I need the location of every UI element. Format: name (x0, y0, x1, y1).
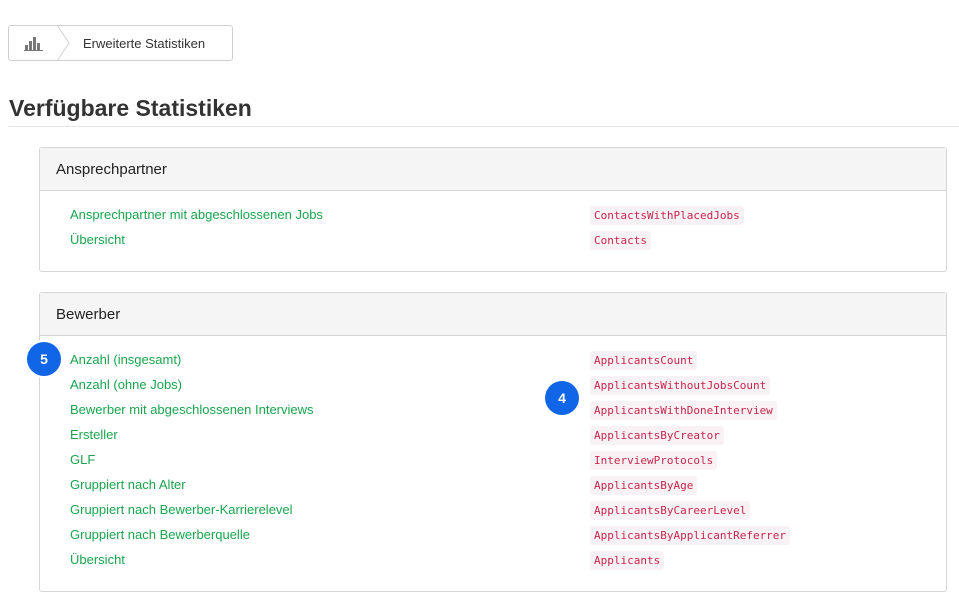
stat-code: ApplicantsByAge (590, 476, 698, 495)
page-title: Verfügbare Statistiken (9, 95, 252, 121)
breadcrumb: Erweiterte Statistiken (8, 25, 233, 61)
breadcrumb-current[interactable]: Erweiterte Statistiken (83, 36, 205, 51)
title-divider (9, 126, 959, 127)
list-item: Anzahl (insgesamt) ApplicantsCount (40, 349, 946, 374)
stat-code: ApplicantsWithDoneInterview (590, 401, 777, 420)
stat-code: ContactsWithPlacedJobs (590, 206, 744, 225)
panel-bewerber: Bewerber Anzahl (insgesamt) ApplicantsCo… (39, 292, 947, 592)
stat-link[interactable]: Übersicht (70, 552, 125, 567)
list-item: Gruppiert nach Bewerber-Karrierelevel Ap… (40, 499, 946, 524)
stat-link[interactable]: Gruppiert nach Alter (70, 477, 186, 492)
list-item: Übersicht Applicants (40, 549, 946, 574)
panel-header: Ansprechpartner (40, 148, 946, 191)
stat-code: ApplicantsByCreator (590, 426, 724, 445)
stat-link[interactable]: Anzahl (insgesamt) (70, 352, 181, 367)
stat-code: Contacts (590, 231, 651, 250)
panel-ansprechpartner: Ansprechpartner Ansprechpartner mit abge… (39, 147, 947, 272)
step-badge: 5 (27, 342, 61, 376)
stat-code: ApplicantsByCareerLevel (590, 501, 751, 520)
list-item: Gruppiert nach Bewerberquelle Applicants… (40, 524, 946, 549)
stat-link[interactable]: Ersteller (70, 427, 118, 442)
breadcrumb-home[interactable] (9, 26, 59, 60)
panel-header: Bewerber (40, 293, 946, 336)
list-item: Ansprechpartner mit abgeschlossenen Jobs… (40, 204, 946, 229)
stat-code: InterviewProtocols (590, 451, 718, 470)
list-item: Übersicht Contacts (40, 229, 946, 254)
stat-link[interactable]: GLF (70, 452, 95, 467)
stat-code: Applicants (590, 551, 665, 570)
list-item: GLF InterviewProtocols (40, 449, 946, 474)
list-item: Ersteller ApplicantsByCreator (40, 424, 946, 449)
stat-code: ApplicantsByApplicantReferrer (590, 526, 791, 545)
stat-link[interactable]: Gruppiert nach Bewerberquelle (70, 527, 250, 542)
stat-code: ApplicantsWithoutJobsCount (590, 376, 771, 395)
list-item: Gruppiert nach Alter ApplicantsByAge (40, 474, 946, 499)
breadcrumb-separator (57, 25, 70, 61)
stat-code: ApplicantsCount (590, 351, 698, 370)
stat-link[interactable]: Bewerber mit abgeschlossenen Interviews (70, 402, 314, 417)
list-item: Anzahl (ohne Jobs) ApplicantsWithoutJobs… (40, 374, 946, 399)
stat-link[interactable]: Anzahl (ohne Jobs) (70, 377, 182, 392)
list-item: Bewerber mit abgeschlossenen Interviews … (40, 399, 946, 424)
step-badge: 4 (545, 381, 579, 415)
bar-chart-icon (24, 37, 43, 51)
stat-link[interactable]: Übersicht (70, 232, 125, 247)
stat-link[interactable]: Ansprechpartner mit abgeschlossenen Jobs (70, 207, 323, 222)
stat-link[interactable]: Gruppiert nach Bewerber-Karrierelevel (70, 502, 293, 517)
